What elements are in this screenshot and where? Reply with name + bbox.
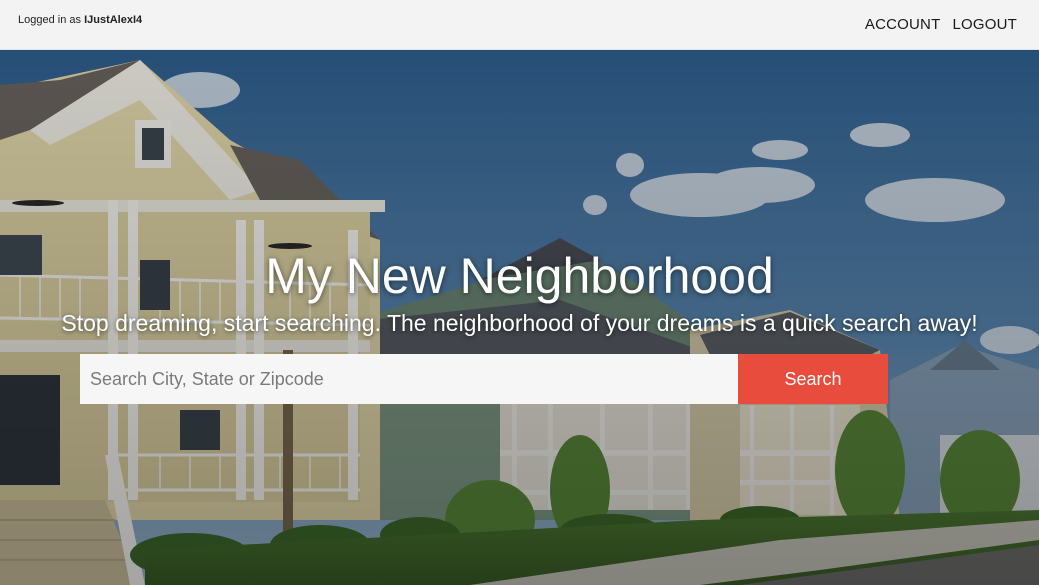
search-button[interactable]: Search [738,354,888,404]
page: Logged in as IJustAlexI4 ACCOUNT LOGOUT [0,0,1039,585]
account-link[interactable]: ACCOUNT [865,16,941,33]
username: IJustAlexI4 [84,14,143,26]
top-bar: Logged in as IJustAlexI4 ACCOUNT LOGOUT [0,0,1039,50]
hero-subtitle: Stop dreaming, start searching. The neig… [61,310,978,336]
nav-links: ACCOUNT LOGOUT [865,16,1017,33]
hero-section: My New Neighborhood Stop dreaming, start… [0,50,1039,585]
search-input[interactable] [80,354,738,404]
logout-link[interactable]: LOGOUT [952,16,1017,33]
login-status: Logged in as IJustAlexI4 [18,14,142,26]
login-status-prefix: Logged in as [18,14,85,26]
hero-title: My New Neighborhood [265,248,774,304]
search-form: Search [80,354,888,404]
